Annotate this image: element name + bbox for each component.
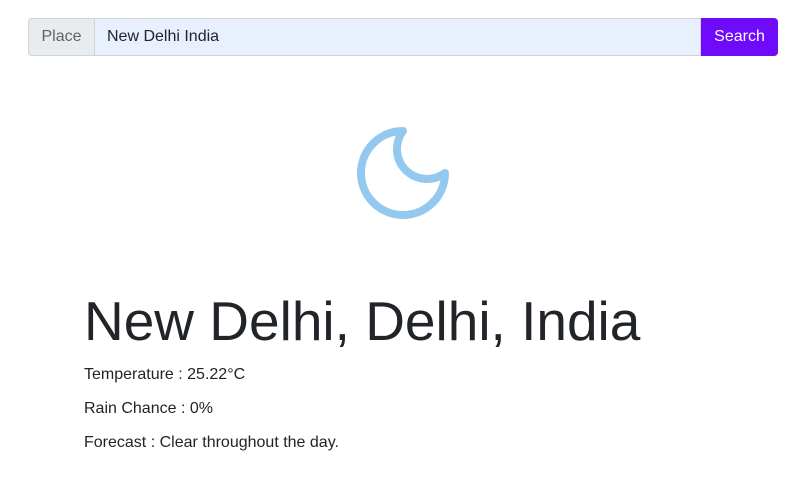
rain-chance-line: Rain Chance : 0%	[84, 399, 213, 419]
location-title: New Delhi, Delhi, India	[84, 290, 641, 352]
temperature-line: Temperature : 25.22°C	[84, 365, 245, 385]
search-bar: Place Search	[28, 18, 778, 56]
search-button[interactable]: Search	[701, 18, 778, 56]
temperature-value: 25.22°C	[187, 366, 246, 383]
clear-night-moon-icon	[357, 127, 449, 219]
rain-chance-value: 0%	[189, 400, 213, 417]
place-addon-label: Place	[28, 18, 94, 56]
forecast-value: Clear throughout the day.	[159, 434, 339, 451]
place-input[interactable]	[94, 18, 701, 56]
forecast-label: Forecast :	[84, 434, 160, 451]
rain-chance-label: Rain Chance :	[84, 400, 190, 417]
forecast-line: Forecast : Clear throughout the day.	[84, 433, 339, 453]
temperature-label: Temperature :	[84, 366, 188, 383]
